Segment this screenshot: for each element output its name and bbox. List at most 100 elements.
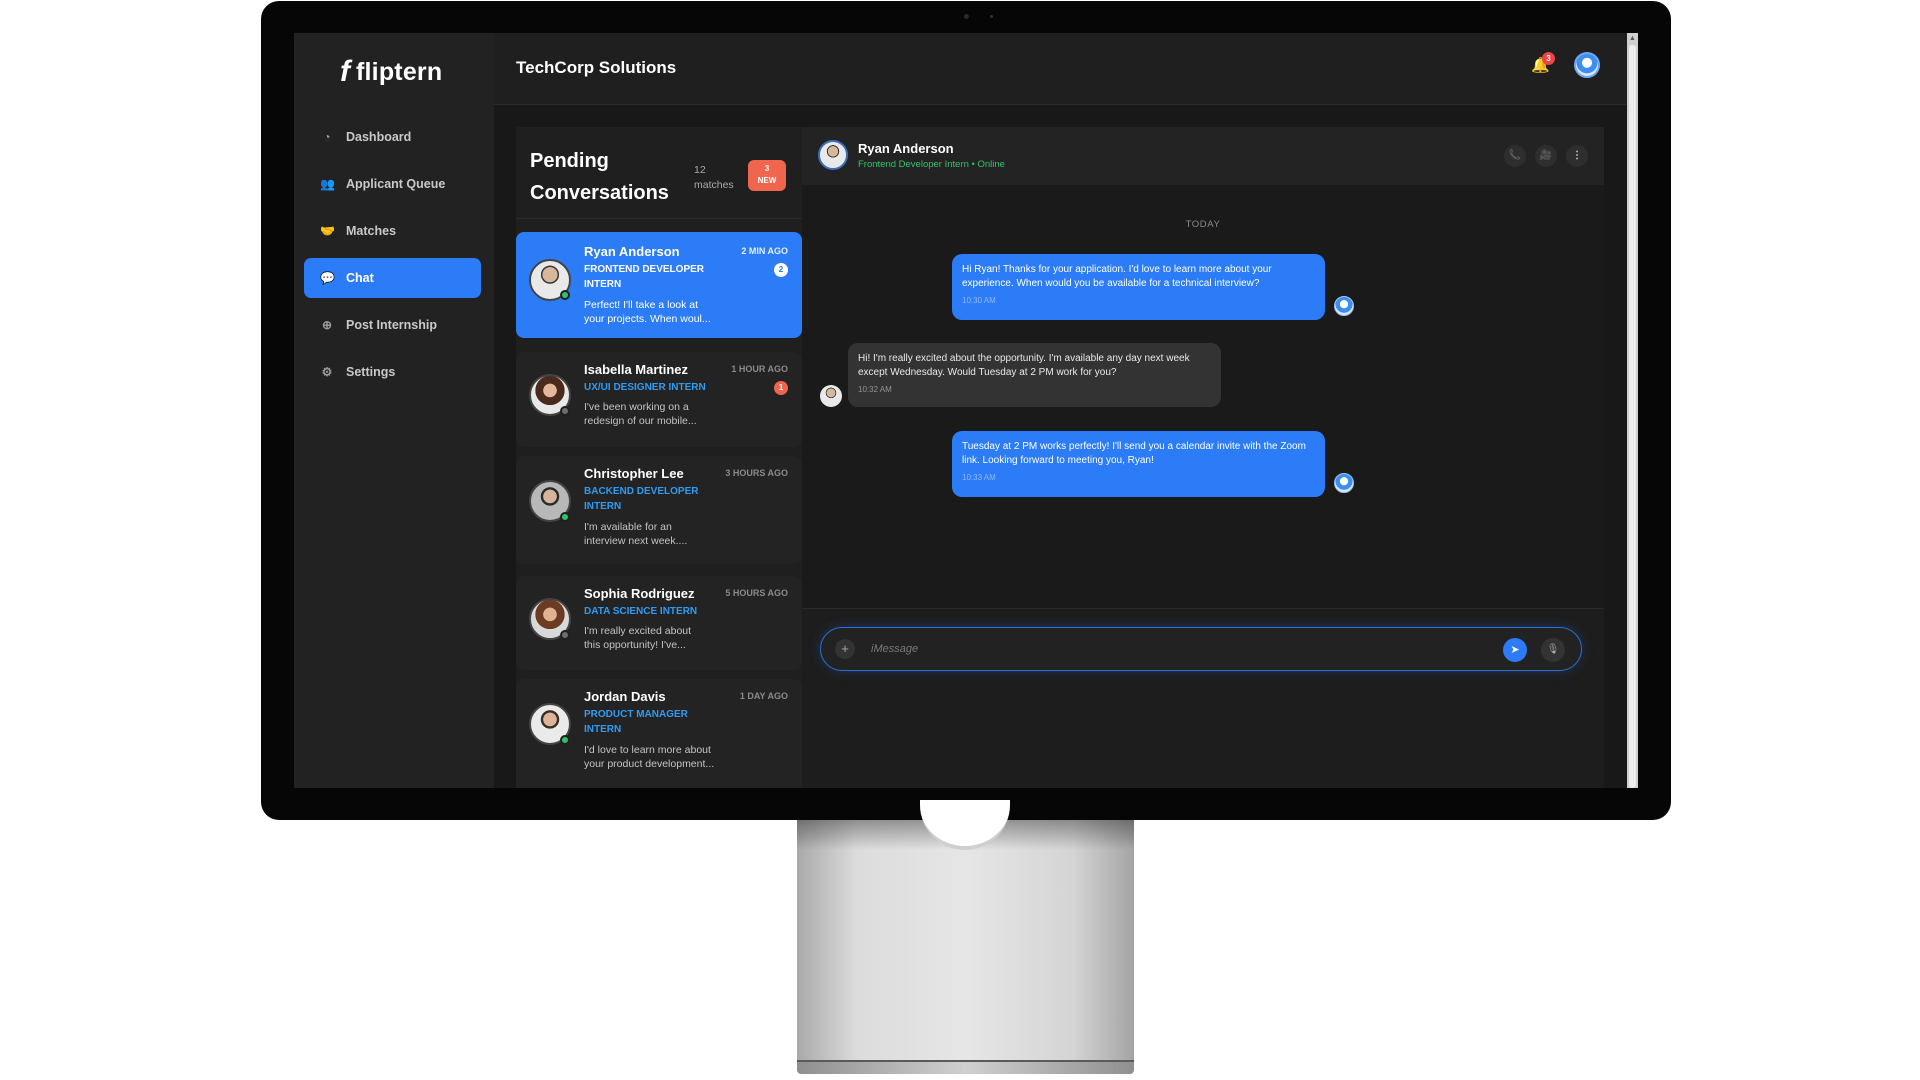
company-name: TechCorp Solutions: [516, 58, 677, 77]
sidebar-item-post-internship[interactable]: ⊕ Post Internship: [304, 305, 481, 345]
message-preview-line: I'd love to learn more about: [584, 744, 711, 756]
send-icon[interactable]: ➤: [1503, 638, 1527, 662]
conversation-item[interactable]: Jordan Davis 1 DAY AGO PRODUCT MANAGER I…: [516, 679, 802, 788]
avatar: [820, 385, 842, 407]
handshake-icon: 🤝: [320, 224, 335, 238]
user-avatar[interactable]: [1574, 52, 1600, 78]
dashboard-icon: ◔: [323, 130, 331, 144]
sidebar-item-label: Settings: [346, 365, 396, 379]
chat-contact-name: Ryan Anderson: [858, 141, 954, 156]
contact-role: FRONTEND DEVELOPER INTERN: [584, 262, 734, 292]
sidebar: f fliptern ◔ Dashboard 👥 Applicant Queue…: [294, 33, 494, 788]
conversation-list-panel: Pending Conversations 12 matches 3 NEW R…: [516, 127, 802, 788]
notification-badge[interactable]: 3: [1542, 52, 1555, 65]
logo-mark-icon: f: [340, 55, 350, 88]
message-text: Tuesday at 2 PM works perfectly! I'll se…: [962, 441, 1306, 466]
online-indicator: [560, 512, 570, 522]
conversation-item[interactable]: Ryan Anderson 2 MIN AGO FRONTEND DEVELOP…: [516, 232, 802, 338]
sidebar-item-label: Dashboard: [346, 130, 412, 144]
conversation-item[interactable]: Isabella Martinez 1 HOUR AGO UX/UI DESIG…: [516, 352, 802, 447]
sidebar-item-chat[interactable]: 💬 Chat: [304, 258, 481, 298]
message-text: Hi Ryan! Thanks for your application. I'…: [962, 264, 1272, 289]
message-bubble-sent: Hi Ryan! Thanks for your application. I'…: [952, 254, 1325, 320]
message-preview-line: your projects. When woul...: [584, 313, 711, 325]
screen: f fliptern ◔ Dashboard 👥 Applicant Queue…: [294, 33, 1638, 788]
matches-count-label: matches: [694, 179, 734, 191]
contact-role-line: INTERN: [584, 279, 622, 290]
unread-badge: 1: [774, 381, 788, 395]
conversation-time: 5 HOURS AGO: [725, 588, 788, 598]
monitor-stand-foot-edge: [797, 1060, 1134, 1062]
logo-text: fliptern: [356, 57, 443, 86]
camera-dot: [964, 14, 969, 19]
logo[interactable]: f fliptern: [340, 57, 442, 87]
composer-area: + ➤ 🎙: [802, 608, 1604, 788]
microphone-icon[interactable]: 🎙: [1541, 638, 1565, 662]
message-preview-line: interview next week....: [584, 535, 688, 547]
video-icon[interactable]: 🎥: [1535, 145, 1557, 167]
message-preview: I'd love to learn more about your produc…: [584, 743, 734, 771]
more-options-icon[interactable]: ⋮: [1566, 145, 1588, 167]
sidebar-item-label: Matches: [346, 224, 397, 238]
message-input[interactable]: [871, 637, 1471, 661]
matches-count: 12 matches: [694, 163, 746, 193]
sidebar-item-matches[interactable]: 🤝 Matches: [304, 211, 481, 251]
contact-role-line: UX/UI DESIGNER INTERN: [584, 382, 706, 393]
offline-indicator: [560, 630, 570, 640]
contact-name: Jordan Davis: [584, 689, 666, 704]
contact-role-line: DATA SCIENCE INTERN: [584, 606, 698, 617]
contact-role: PRODUCT MANAGER INTERN: [584, 707, 734, 737]
matches-count-number: 12: [694, 164, 706, 176]
conversation-time: 1 HOUR AGO: [731, 364, 788, 374]
message-preview: Perfect! I'll take a look at your projec…: [584, 298, 734, 326]
conversation-time: 1 DAY AGO: [739, 691, 788, 701]
contact-role: BACKEND DEVELOPER INTERN: [584, 484, 734, 514]
avatar[interactable]: [818, 140, 848, 170]
conversation-time: 3 HOURS AGO: [725, 468, 788, 478]
contact-role-line: INTERN: [584, 724, 622, 735]
new-badge: 3 NEW: [748, 160, 786, 191]
chat-header: Ryan Anderson Frontend Developer Intern …: [802, 127, 1604, 185]
contact-name: Ryan Anderson: [584, 244, 680, 259]
message-preview-line: I'm really excited about: [584, 625, 692, 637]
contact-name: Christopher Lee: [584, 466, 684, 481]
contact-role-line: INTERN: [584, 501, 622, 512]
sidebar-item-applicant-queue[interactable]: 👥 Applicant Queue: [304, 164, 481, 204]
plus-circle-icon: ⊕: [321, 318, 333, 332]
message-preview-line: Perfect! I'll take a look at: [584, 299, 699, 311]
avatar: [1334, 473, 1354, 493]
message-preview: I'm really excited about this opportunit…: [584, 624, 734, 652]
new-badge-number: 3: [764, 164, 770, 173]
offline-indicator: [560, 406, 570, 416]
chat-panel: Ryan Anderson Frontend Developer Intern …: [802, 127, 1604, 788]
plus-icon[interactable]: +: [835, 639, 855, 659]
message-preview-line: I'm available for an: [584, 521, 672, 533]
sidebar-item-dashboard[interactable]: ◔ Dashboard: [304, 117, 481, 157]
message-preview-line: I've been working on a: [584, 401, 689, 413]
unread-badge: 2: [774, 263, 788, 277]
contact-role-line: BACKEND DEVELOPER: [584, 486, 699, 497]
message-time: 10:32 AM: [858, 385, 892, 394]
sidebar-nav: ◔ Dashboard 👥 Applicant Queue 🤝 Matches …: [304, 117, 481, 399]
camera-dot-secondary: [990, 15, 993, 18]
sidebar-item-settings[interactable]: ⚙ Settings: [304, 352, 481, 392]
avatar: [1334, 296, 1354, 316]
message-preview: I'm available for an interview next week…: [584, 520, 734, 548]
message-text: Hi! I'm really excited about the opportu…: [858, 353, 1190, 378]
message-time: 10:30 AM: [962, 296, 996, 305]
sidebar-item-label: Chat: [346, 271, 374, 285]
scroll-up-arrow-icon[interactable]: ▲: [1628, 35, 1637, 43]
page-scrollbar-thumb[interactable]: [1629, 45, 1636, 788]
top-bar: TechCorp Solutions 🔔 3: [494, 33, 1638, 105]
message-bubble-sent: Tuesday at 2 PM works perfectly! I'll se…: [952, 431, 1325, 497]
message-preview: I've been working on a redesign of our m…: [584, 400, 734, 428]
message-preview-line: redesign of our mobile...: [584, 415, 697, 427]
sidebar-item-label: Post Internship: [346, 318, 437, 332]
conversation-time: 2 MIN AGO: [741, 246, 788, 256]
phone-icon[interactable]: 📞: [1504, 145, 1526, 167]
chat-icon: 💬: [320, 271, 335, 285]
monitor-stand-foot: [797, 1060, 1134, 1074]
message-bubble-received: Hi! I'm really excited about the opportu…: [848, 343, 1221, 407]
conversation-item[interactable]: Sophia Rodriguez 5 HOURS AGO DATA SCIENC…: [516, 576, 802, 670]
conversation-item[interactable]: Christopher Lee 3 HOURS AGO BACKEND DEVE…: [516, 456, 802, 564]
